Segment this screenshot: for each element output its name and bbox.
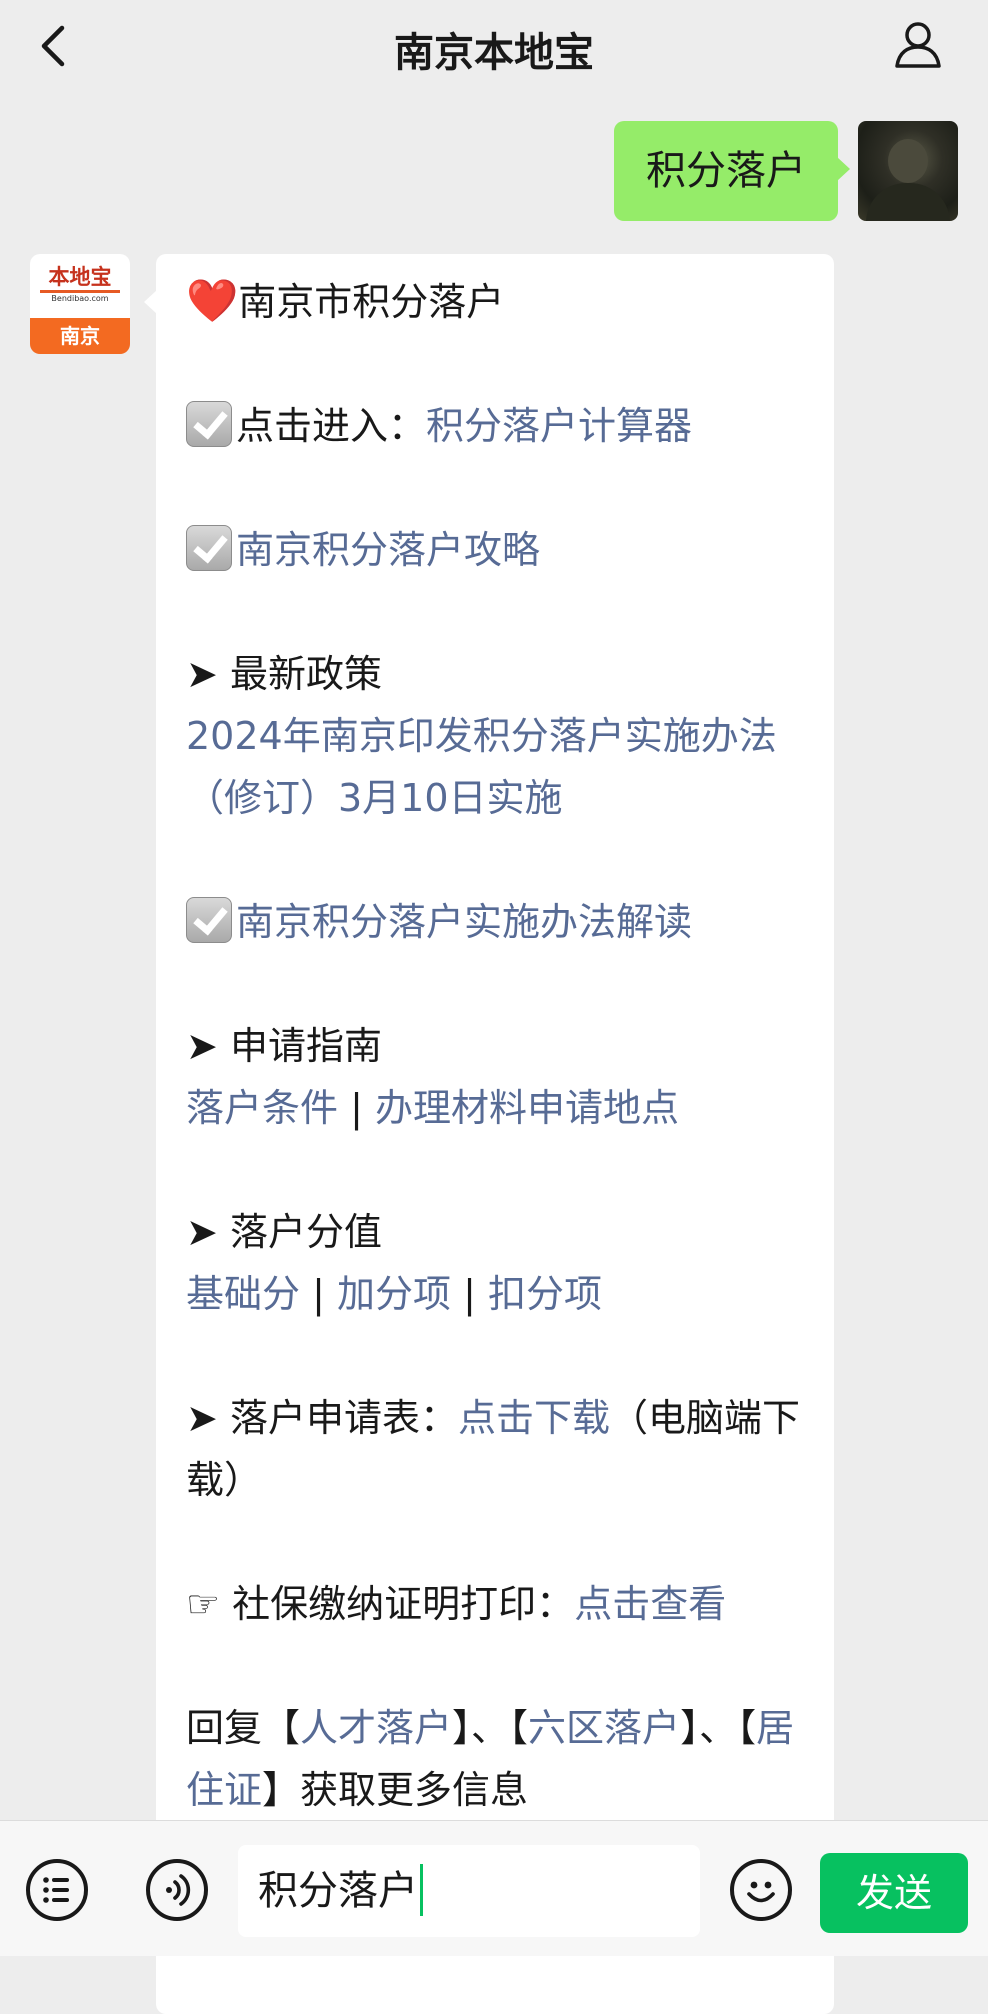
message-content: ❤️南京市积分落户 点击进入：积分落户计算器 南京积分落户攻略 ➤ 最新政策 2… (186, 270, 816, 1821)
message-heading: ❤️南京市积分落户 (186, 270, 816, 333)
chat-header: 南京本地宝 (0, 0, 988, 100)
policy-link[interactable]: 2024年南京印发积分落户实施办法（修订）3月10日实施 (186, 714, 777, 820)
checkbox-icon (186, 401, 232, 447)
menu-button[interactable] (26, 1859, 88, 1921)
user-avatar[interactable] (858, 121, 958, 221)
outgoing-message-bubble[interactable]: 积分落户 (614, 121, 850, 221)
arrow-icon: ➤ (186, 1210, 218, 1254)
arrow-icon: ➤ (186, 1396, 218, 1440)
text-caret (420, 1864, 423, 1916)
emoji-icon (747, 1881, 775, 1903)
reply-line: 回复【人才落户】、【六区落户】、【居住证】获取更多信息 (186, 1697, 816, 1821)
apply-links-line: 落户条件 | 办理材料申请地点 (186, 1077, 816, 1139)
policy-link-line: 2024年南京印发积分落户实施办法（修订）3月10日实施 (186, 705, 816, 829)
reply-suffix: 】获取更多信息 (262, 1768, 529, 1812)
view-link[interactable]: 点击查看 (574, 1582, 726, 1626)
chat-title: 南京本地宝 (394, 30, 594, 76)
score-links-line: 基础分 | 加分项 | 扣分项 (186, 1263, 816, 1325)
social-label: 社保缴纳证明打印： (232, 1582, 575, 1626)
bot-avatar-domain: Bendibao.com (51, 294, 109, 303)
profile-button[interactable] (892, 18, 944, 70)
guide-line: 南京积分落户攻略 (186, 519, 816, 581)
pointer-icon: ☞ (186, 1582, 221, 1626)
calculator-link[interactable]: 积分落户计算器 (426, 404, 692, 448)
message-input[interactable]: 积分落户 (238, 1845, 700, 1937)
conditions-link[interactable]: 落户条件 (186, 1086, 338, 1130)
input-bar: 积分落户 发送 (0, 1820, 988, 1956)
checkbox-icon (186, 897, 232, 943)
bonus-link[interactable]: 加分项 (337, 1272, 451, 1316)
download-link[interactable]: 点击下载 (458, 1396, 610, 1440)
apply-label-line: ➤ 申请指南 (186, 1015, 816, 1077)
form-label: 落户申请表： (229, 1396, 458, 1440)
score-label: 落户分值 (229, 1210, 382, 1254)
apply-label: 申请指南 (229, 1024, 382, 1068)
checkbox-icon (186, 525, 232, 571)
separator: | (463, 1272, 476, 1316)
bot-avatar[interactable]: 本地宝 Bendibao.com 南京 (30, 254, 130, 354)
policy-label-line: ➤ 最新政策 (186, 643, 816, 705)
talent-link[interactable]: 人才落户 (300, 1706, 452, 1750)
reply-mid: 】、【 (680, 1706, 757, 1750)
interpretation-line: 南京积分落户实施办法解读 (186, 891, 816, 953)
separator: | (312, 1272, 325, 1316)
policy-label: 最新政策 (229, 652, 382, 696)
emoji-button[interactable] (730, 1859, 792, 1921)
social-line: ☞ 社保缴纳证明打印：点击查看 (186, 1573, 816, 1635)
enter-label: 点击进入： (236, 404, 427, 448)
calculator-line: 点击进入：积分落户计算器 (186, 395, 816, 457)
input-value: 积分落户 (258, 1868, 418, 1914)
send-button[interactable]: 发送 (820, 1853, 968, 1933)
user-icon (895, 22, 941, 68)
arrow-icon: ➤ (186, 652, 218, 696)
bot-avatar-brand: 本地宝 (40, 264, 120, 293)
heart-icon: ❤️ (186, 276, 239, 325)
heading-text: 南京市积分落户 (238, 280, 505, 324)
form-line: ➤ 落户申请表：点击下载（电脑端下载） (186, 1387, 816, 1511)
bot-avatar-city: 南京 (30, 318, 130, 354)
base-score-link[interactable]: 基础分 (186, 1272, 300, 1316)
avatar-face (888, 139, 928, 183)
list-icon (43, 1877, 69, 1903)
arrow-icon: ➤ (186, 1024, 218, 1068)
score-label-line: ➤ 落户分值 (186, 1201, 816, 1263)
materials-link[interactable]: 办理材料申请地点 (375, 1086, 679, 1130)
six-district-link[interactable]: 六区落户 (528, 1706, 680, 1750)
guide-link[interactable]: 南京积分落户攻略 (236, 528, 540, 572)
separator: | (350, 1086, 363, 1130)
avatar-shoulder (866, 183, 950, 221)
deduction-link[interactable]: 扣分项 (488, 1272, 602, 1316)
reply-prefix: 回复【 (186, 1706, 301, 1750)
interpretation-link[interactable]: 南京积分落户实施办法解读 (236, 900, 692, 944)
voice-icon (166, 1874, 191, 1906)
incoming-message-bubble: ❤️南京市积分落户 点击进入：积分落户计算器 南京积分落户攻略 ➤ 最新政策 2… (144, 254, 834, 2014)
voice-button[interactable] (146, 1859, 208, 1921)
reply-mid: 】、【 (452, 1706, 529, 1750)
